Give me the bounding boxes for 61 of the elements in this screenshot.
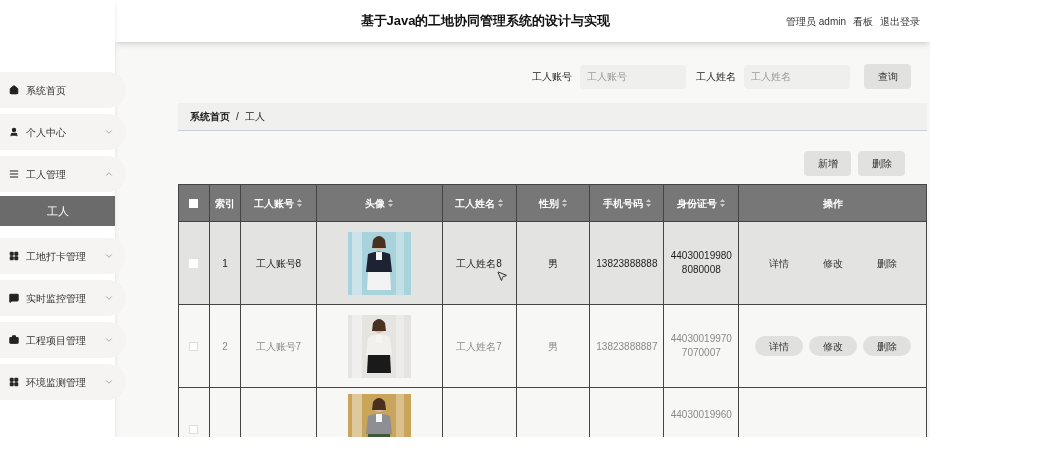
user-icon — [9, 127, 19, 137]
row-action-button[interactable]: 修改 — [808, 336, 857, 356]
breadcrumb-item: 工人 — [244, 110, 265, 124]
delete-button[interactable]: 删除 — [858, 151, 905, 176]
search-field[interactable]: 工人账号 — [580, 64, 686, 89]
user-label: 管理员 admin — [786, 14, 846, 29]
cursor-icon — [495, 270, 508, 282]
breadcrumb-item[interactable]: 系统首页 — [190, 109, 230, 124]
breadcrumb-separator: / — [236, 110, 239, 124]
search-button[interactable]: 查询 — [864, 64, 911, 89]
table-cell-text: 工人姓名7 — [456, 339, 502, 354]
table-cell-text: 1 — [222, 256, 228, 271]
sort-icon — [498, 199, 504, 207]
sort-icon — [645, 199, 651, 207]
sidebar-item[interactable]: 环境监测管理 — [0, 364, 126, 400]
table-cell-text: 男 — [548, 256, 558, 271]
table-cell-text: 13823888888 — [596, 256, 658, 271]
field-label: 工人账号 — [532, 70, 572, 84]
sort-icon — [297, 199, 303, 207]
sidebar-item[interactable]: 系统首页 — [0, 72, 126, 108]
row-action-button[interactable]: 删除 — [862, 336, 911, 356]
sort-icon — [720, 199, 726, 207]
table-cell: 44030019960 — [670, 408, 732, 422]
table-cell-text: 男 — [548, 339, 558, 354]
field-label: 工人姓名 — [696, 70, 736, 84]
chat-icon — [9, 293, 19, 303]
table-cell-text: 13823888887 — [596, 339, 658, 354]
search-field[interactable]: 工人姓名 — [744, 64, 850, 89]
system-title: 基于Java的工地协同管理系统的设计与实现 — [359, 12, 611, 31]
row-checkbox[interactable] — [189, 258, 199, 268]
table-cell-text: 工人账号8 — [255, 256, 302, 271]
list-icon — [9, 169, 19, 179]
sidebar-item[interactable]: 实时监控管理 — [0, 280, 126, 316]
sidebar-item[interactable]: 个人中心 — [0, 114, 126, 150]
sort-icon — [388, 199, 394, 207]
sort-icon — [562, 199, 567, 207]
header-link[interactable]: 看板 — [853, 13, 873, 29]
briefcase-icon — [9, 335, 19, 345]
table-cell-text: 工人姓名8 — [456, 256, 502, 271]
table-cell: 44030019980 8080008 — [670, 249, 732, 277]
row-checkbox[interactable] — [189, 424, 199, 434]
grid-icon — [9, 251, 19, 261]
table-row[interactable]: 2 工人账号7 工人姓名7 男 13823888887 44030019970 7070007 详情 修改 删除 — [179, 305, 927, 388]
sidebar-item[interactable]: 工人管理 — [0, 156, 126, 192]
row-checkbox[interactable] — [189, 341, 199, 351]
row-action-button[interactable]: 详情 — [754, 253, 803, 273]
row-action-button[interactable]: 详情 — [754, 336, 803, 356]
sidebar-item[interactable]: 工地打卡管理 — [0, 238, 126, 274]
table-row[interactable]: 1 工人账号8 工人姓名8 男 13823888888 44030019980 8080008 详情 修改 删除 — [179, 222, 927, 305]
header-link[interactable]: 退出登录 — [880, 13, 920, 29]
table-cell-text: 工人账号7 — [255, 339, 302, 354]
table-cell: 44030019970 7070007 — [670, 332, 732, 360]
table-cell-text: 2 — [222, 339, 228, 354]
sidebar-subitem[interactable]: 工人 — [0, 196, 115, 226]
grid-icon — [9, 377, 19, 387]
row-action-button[interactable]: 修改 — [808, 253, 857, 273]
add-button[interactable]: 新增 — [804, 151, 851, 176]
select-all-checkbox[interactable] — [189, 198, 199, 208]
home-icon — [9, 85, 19, 95]
row-action-button[interactable]: 删除 — [862, 253, 911, 273]
sidebar-item[interactable]: 工程项目管理 — [0, 322, 126, 358]
